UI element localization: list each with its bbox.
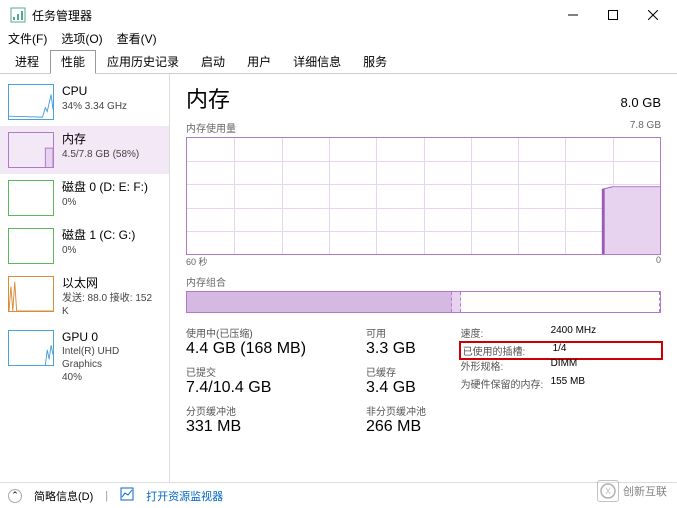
memory-sub: 4.5/7.8 GB (58%) — [62, 148, 161, 161]
disk0-sub: 0% — [62, 196, 161, 209]
paged-value: 331 MB — [186, 418, 346, 436]
ethernet-sub: 发送: 88.0 接收: 152 K — [62, 292, 161, 318]
speed-v: 2400 MHz — [551, 325, 597, 340]
tab-startup[interactable]: 启动 — [190, 50, 236, 73]
memory-composition-bar[interactable] — [186, 291, 661, 313]
available-value: 3.3 GB — [366, 340, 416, 358]
titlebar: 任务管理器 — [0, 0, 677, 30]
close-button[interactable] — [633, 0, 673, 30]
in-use-label: 使用中(已压缩) — [186, 325, 346, 340]
cpu-sub: 34% 3.34 GHz — [62, 100, 161, 113]
tab-details[interactable]: 详细信息 — [282, 50, 352, 73]
cpu-thumbnail — [8, 84, 54, 120]
slots-k: 已使用的插槽: — [463, 343, 553, 358]
committed-value: 7.4/10.4 GB — [186, 379, 346, 397]
disk0-name: 磁盘 0 (D: E: F:) — [62, 180, 161, 196]
axis-left: 60 秒 — [186, 255, 208, 268]
footer: ⌃ 简略信息(D) | 打开资源监视器 — [0, 482, 677, 508]
memory-name: 内存 — [62, 132, 161, 148]
menu-options[interactable]: 选项(O) — [61, 30, 102, 50]
usage-label: 内存使用量 — [186, 120, 236, 135]
watermark-logo-icon: X — [597, 480, 619, 502]
sidebar-item-disk1[interactable]: 磁盘 1 (C: G:)0% — [0, 222, 169, 270]
watermark-text: 创新互联 — [623, 483, 667, 499]
sidebar-item-ethernet[interactable]: 以太网发送: 88.0 接收: 152 K — [0, 270, 169, 324]
menu-view[interactable]: 查看(V) — [117, 30, 157, 50]
paged-label: 分页缓冲池 — [186, 403, 346, 418]
reserved-v: 155 MB — [551, 376, 585, 391]
ethernet-thumbnail — [8, 276, 54, 312]
memory-thumbnail — [8, 132, 54, 168]
gpu-sub: Intel(R) UHD Graphics — [62, 345, 161, 371]
window-title: 任务管理器 — [32, 7, 553, 24]
sidebar-item-memory[interactable]: 内存4.5/7.8 GB (58%) — [0, 126, 169, 174]
tabbar: 进程 性能 应用历史记录 启动 用户 详细信息 服务 — [0, 50, 677, 74]
cpu-name: CPU — [62, 84, 161, 100]
tab-services[interactable]: 服务 — [352, 50, 398, 73]
tab-performance[interactable]: 性能 — [50, 50, 96, 74]
slots-v: 1/4 — [553, 343, 567, 358]
memory-capacity: 8.0 GB — [621, 95, 661, 110]
disk0-thumbnail — [8, 180, 54, 216]
disk1-name: 磁盘 1 (C: G:) — [62, 228, 161, 244]
sidebar-item-cpu[interactable]: CPU34% 3.34 GHz — [0, 78, 169, 126]
minimize-button[interactable] — [553, 0, 593, 30]
gpu-sub2: 40% — [62, 371, 161, 384]
sidebar-item-disk0[interactable]: 磁盘 0 (D: E: F:)0% — [0, 174, 169, 222]
sidebar-item-gpu[interactable]: GPU 0Intel(R) UHD Graphics40% — [0, 324, 169, 391]
axis-right: 0 — [656, 255, 661, 268]
speed-k: 速度: — [461, 325, 551, 340]
main-panel: 内存 8.0 GB 内存使用量 7.8 GB 60 秒 0 内存组合 使用中(已压缩… — [170, 74, 677, 482]
gpu-name: GPU 0 — [62, 330, 161, 346]
sidebar: CPU34% 3.34 GHz 内存4.5/7.8 GB (58%) 磁盘 0 … — [0, 74, 170, 482]
tab-users[interactable]: 用户 — [236, 50, 282, 73]
nonpaged-label: 非分页缓冲池 — [366, 403, 426, 418]
app-icon — [10, 7, 26, 23]
watermark: X 创新互联 — [597, 480, 667, 502]
composition-label: 内存组合 — [186, 274, 661, 289]
open-resource-monitor-link[interactable]: 打开资源监视器 — [146, 488, 223, 504]
menu-file[interactable]: 文件(F) — [8, 30, 47, 50]
chevron-up-icon: ⌃ — [8, 489, 22, 503]
available-label: 可用 — [366, 325, 416, 340]
memory-usage-chart[interactable] — [186, 137, 661, 255]
tab-app-history[interactable]: 应用历史记录 — [96, 50, 190, 73]
nonpaged-value: 266 MB — [366, 418, 426, 436]
gpu-thumbnail — [8, 330, 54, 366]
in-use-value: 4.4 GB (168 MB) — [186, 340, 346, 358]
disk1-thumbnail — [8, 228, 54, 264]
cached-label: 已缓存 — [366, 364, 416, 379]
menubar: 文件(F) 选项(O) 查看(V) — [0, 30, 677, 50]
tab-processes[interactable]: 进程 — [4, 50, 50, 73]
ethernet-name: 以太网 — [62, 276, 161, 292]
committed-label: 已提交 — [186, 364, 346, 379]
reserved-k: 为硬件保留的内存: — [461, 376, 551, 391]
form-v: DIMM — [551, 358, 578, 373]
usage-max: 7.8 GB — [630, 120, 661, 135]
fewer-details-button[interactable]: 简略信息(D) — [34, 488, 93, 504]
form-k: 外形规格: — [461, 358, 551, 373]
svg-text:X: X — [605, 487, 611, 496]
cached-value: 3.4 GB — [366, 379, 416, 397]
resource-monitor-icon — [120, 487, 134, 504]
page-title: 内存 — [186, 82, 230, 114]
maximize-button[interactable] — [593, 0, 633, 30]
disk1-sub: 0% — [62, 244, 161, 257]
